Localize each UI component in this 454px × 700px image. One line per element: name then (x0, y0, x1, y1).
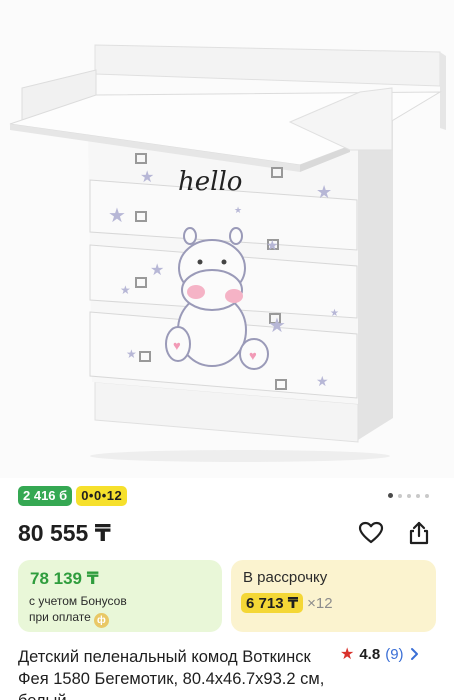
bonus-badge: 2 416 б (18, 486, 73, 506)
installment-title: В рассрочку (243, 569, 328, 586)
installment-times: ×12 (307, 594, 333, 612)
chevron-right-icon (410, 647, 419, 661)
installment-amount: 6 713 ₸ (241, 593, 304, 613)
svg-text:♥: ♥ (249, 348, 257, 363)
svg-text:★: ★ (266, 237, 279, 253)
favorite-button[interactable] (357, 519, 385, 547)
bonus-note-line2: при оплате ф (29, 609, 127, 628)
carousel-dot[interactable] (398, 493, 402, 498)
bonus-price-card[interactable]: 78 139 ₸ с учетом Бонусов при оплате ф (18, 560, 222, 632)
carousel-dot[interactable] (388, 493, 393, 498)
bonus-price: 78 139 ₸ (30, 569, 99, 588)
promo-badges: 2 416 б 0•0•12 (18, 486, 128, 506)
bonus-note-line2-text: при оплате (29, 610, 91, 624)
share-icon (409, 521, 429, 545)
rating-value: 4.8 (359, 645, 381, 663)
review-count[interactable]: (9) (385, 646, 403, 663)
product-title: Детский пеленальный комод Воткинск Фея 1… (18, 648, 325, 700)
changing-dresser-illustration: hello ★ ★ ★ ★ ★ ★ ★ ★ ★ ★ ★ ♥ ♥ (9, 44, 446, 462)
svg-text:★: ★ (150, 262, 164, 279)
heart-icon (358, 521, 384, 544)
carousel-dot[interactable] (416, 493, 420, 498)
hello-print: hello (178, 167, 242, 197)
svg-text:★: ★ (316, 182, 332, 202)
star-icon: ★ (340, 646, 355, 663)
installment-card[interactable]: В рассрочку 6 713 ₸ ×12 (231, 560, 436, 632)
svg-text:★: ★ (126, 347, 137, 361)
svg-text:♥: ♥ (173, 338, 181, 353)
product-image[interactable]: hello ★ ★ ★ ★ ★ ★ ★ ★ ★ ★ ★ ♥ ♥ (0, 0, 454, 478)
svg-text:★: ★ (268, 315, 286, 337)
svg-text:★: ★ (108, 205, 126, 227)
product-rating[interactable]: ★ 4.8 (9) (340, 644, 419, 664)
carousel-dot[interactable] (407, 493, 411, 498)
svg-text:★: ★ (120, 283, 131, 297)
svg-text:★: ★ (140, 169, 154, 186)
installment-row: 6 713 ₸ ×12 (241, 593, 333, 613)
svg-text:★: ★ (330, 308, 339, 319)
carousel-dot[interactable] (425, 493, 429, 498)
bonus-coin-icon: ф (93, 613, 109, 628)
carousel-pagination[interactable] (388, 493, 429, 498)
product-price: 80 555 ₸ (18, 520, 111, 546)
share-button[interactable] (405, 519, 433, 547)
svg-text:★: ★ (316, 373, 329, 389)
installment-badge: 0•0•12 (76, 486, 128, 506)
svg-text:★: ★ (234, 205, 242, 215)
bonus-note-line1: с учетом Бонусов (29, 594, 127, 608)
bonus-note: с учетом Бонусов при оплате ф (29, 593, 127, 628)
